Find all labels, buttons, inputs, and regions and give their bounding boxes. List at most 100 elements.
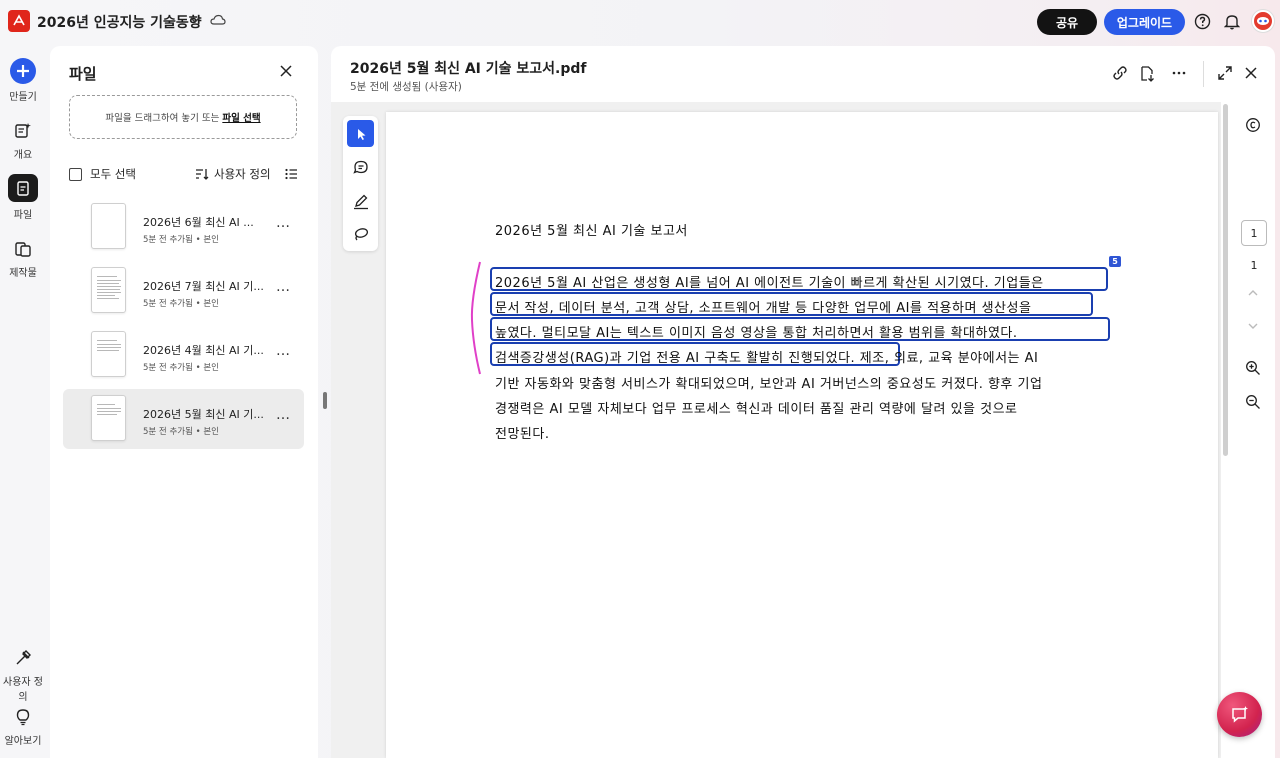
list-view-icon[interactable] bbox=[283, 166, 299, 182]
document-viewer: 2026년 5월 최신 AI 기술 보고서.pdf 5분 전에 생성됨 (사용자… bbox=[331, 46, 1275, 758]
acrobat-logo-icon[interactable] bbox=[8, 10, 30, 32]
rail-customize[interactable]: 사용자 정의 bbox=[0, 647, 46, 703]
top-bar: 2026년 인공지능 기술동향 공유 업그레이드 bbox=[0, 0, 1280, 42]
choose-file-link[interactable]: 파일 선택 bbox=[222, 110, 260, 124]
select-all[interactable]: 모두 선택 bbox=[69, 166, 136, 182]
selection-count-badge[interactable]: 5 bbox=[1109, 256, 1121, 267]
document-title[interactable]: 2026년 인공지능 기술동향 bbox=[37, 12, 202, 32]
rail-overview[interactable]: 개요 bbox=[0, 120, 46, 161]
zoom-out-icon[interactable] bbox=[1242, 391, 1264, 413]
pdf-text-line: 경쟁력은 AI 모델 자체보다 업무 프로세스 혁신과 데이터 품질 관리 역량… bbox=[495, 402, 1018, 417]
ai-assistant-icon bbox=[1231, 705, 1248, 723]
rail-overview-label: 개요 bbox=[13, 150, 33, 161]
rail-files-label: 파일 bbox=[13, 210, 33, 221]
sort-dropdown[interactable]: 사용자 정의 bbox=[195, 166, 271, 182]
vertical-scrollbar[interactable] bbox=[1222, 102, 1230, 758]
file-name: 2026년 7월 최신 AI 기... bbox=[143, 280, 264, 293]
ai-summary-icon[interactable] bbox=[1242, 114, 1264, 136]
bell-icon[interactable] bbox=[1222, 11, 1242, 31]
help-icon[interactable] bbox=[1192, 11, 1212, 31]
toolbar-divider bbox=[1203, 61, 1204, 87]
file-list-item-selected[interactable]: 2026년 5월 최신 AI 기... 5분 전 추가됨 • 본인 … bbox=[63, 389, 304, 449]
pdf-text-line: 문서 작성, 데이터 분석, 고객 상담, 소프트웨어 개발 등 다양한 업무에… bbox=[495, 301, 1032, 316]
file-meta: 5분 전 추가됨 • 본인 bbox=[143, 427, 219, 437]
page-navigation-rail: 1 1 bbox=[1236, 102, 1272, 758]
dropzone-text: 파일을 드래그하여 놓기 또는 bbox=[105, 113, 220, 124]
panel-resize-handle[interactable] bbox=[323, 392, 327, 409]
viewer-subtitle: 5분 전에 생성됨 (사용자) bbox=[350, 81, 462, 93]
plus-icon bbox=[10, 58, 36, 84]
creations-icon bbox=[11, 238, 35, 260]
more-options-icon[interactable]: … bbox=[275, 280, 291, 299]
rail-customize-label: 사용자 정의 bbox=[3, 677, 43, 703]
file-thumbnail bbox=[91, 203, 126, 249]
rail-create[interactable]: 만들기 bbox=[0, 58, 46, 103]
file-thumbnail bbox=[91, 267, 126, 313]
more-options-icon[interactable]: … bbox=[275, 344, 291, 363]
scrollbar-thumb[interactable] bbox=[1223, 104, 1228, 456]
current-page-field[interactable]: 1 bbox=[1241, 220, 1267, 246]
pen-tool-icon[interactable] bbox=[347, 187, 374, 214]
panel-title: 파일 bbox=[69, 65, 97, 83]
select-all-label: 모두 선택 bbox=[90, 167, 136, 181]
lightbulb-icon bbox=[11, 706, 35, 728]
close-icon[interactable] bbox=[1241, 63, 1261, 83]
more-options-icon[interactable]: … bbox=[275, 216, 291, 235]
zoom-in-icon[interactable] bbox=[1242, 357, 1264, 379]
file-list-item[interactable]: 2026년 6월 최신 AI ... 5분 전 추가됨 • 본인 … bbox=[63, 197, 304, 257]
more-options-icon[interactable] bbox=[1169, 63, 1189, 83]
select-tool-icon[interactable] bbox=[347, 120, 374, 147]
link-icon[interactable] bbox=[1110, 63, 1130, 83]
rail-learn-label: 알아보기 bbox=[4, 736, 42, 747]
sort-label: 사용자 정의 bbox=[214, 167, 271, 181]
file-name: 2026년 6월 최신 AI ... bbox=[143, 216, 254, 229]
rail-files[interactable]: 파일 bbox=[0, 174, 46, 221]
avatar[interactable] bbox=[1252, 10, 1274, 32]
file-thumbnail bbox=[91, 331, 126, 377]
pdf-text-line: 전망된다. bbox=[495, 427, 550, 442]
share-button[interactable]: 공유 bbox=[1037, 9, 1097, 35]
rail-creations[interactable]: 제작물 bbox=[0, 238, 46, 279]
viewer-canvas: 2026년 5월 최신 AI 기술 보고서 5 2026년 5월 AI 산업은 … bbox=[331, 102, 1221, 758]
pdf-heading: 2026년 5월 최신 AI 기술 보고서 bbox=[495, 224, 688, 239]
rail-creations-label: 제작물 bbox=[9, 268, 37, 279]
rail-learn[interactable]: 알아보기 bbox=[0, 706, 46, 747]
total-pages: 1 bbox=[1250, 259, 1258, 272]
pdf-text-line: 2026년 5월 AI 산업은 생성형 AI를 넘어 AI 에이전트 기술이 빠… bbox=[495, 276, 1044, 291]
pdf-text-line: 기반 자동화와 맞춤형 서비스가 확대되었으며, 보안과 AI 거버넌스의 중요… bbox=[495, 377, 1043, 392]
file-thumbnail bbox=[91, 395, 126, 441]
pdf-text-line: 높였다. 멀티모달 AI는 텍스트 이미지 음성 영상을 통합 처리하면서 활용… bbox=[495, 326, 1018, 341]
file-meta: 5분 전 추가됨 • 본인 bbox=[143, 363, 219, 373]
files-panel: 파일 파일을 드래그하여 놓기 또는 파일 선택 모두 선택 사용자 정의 20… bbox=[50, 46, 318, 758]
close-icon[interactable] bbox=[276, 61, 296, 81]
file-meta: 5분 전 추가됨 • 본인 bbox=[143, 299, 219, 309]
chevron-down-icon[interactable] bbox=[186, 11, 204, 29]
viewer-file-name: 2026년 5월 최신 AI 기술 보고서.pdf bbox=[350, 61, 587, 77]
pdf-text-line: 검색증강생성(RAG)과 기업 전용 AI 구축도 활발히 진행되었다. 제조,… bbox=[495, 351, 1039, 366]
pdf-page[interactable]: 2026년 5월 최신 AI 기술 보고서 5 2026년 5월 AI 산업은 … bbox=[386, 112, 1218, 758]
file-meta: 5분 전 추가됨 • 본인 bbox=[143, 235, 219, 245]
files-icon bbox=[8, 174, 38, 202]
file-dropzone[interactable]: 파일을 드래그하여 놓기 또는 파일 선택 bbox=[69, 95, 297, 139]
file-list-item[interactable]: 2026년 7월 최신 AI 기... 5분 전 추가됨 • 본인 … bbox=[63, 261, 304, 321]
cloud-icon[interactable] bbox=[208, 11, 228, 29]
file-name: 2026년 4월 최신 AI 기... bbox=[143, 344, 264, 357]
more-options-icon[interactable]: … bbox=[275, 408, 291, 427]
download-file-icon[interactable] bbox=[1137, 63, 1157, 83]
ai-assistant-button[interactable] bbox=[1217, 692, 1262, 737]
upgrade-button[interactable]: 업그레이드 bbox=[1104, 9, 1185, 35]
annotation-toolbar bbox=[343, 116, 378, 251]
expand-icon[interactable] bbox=[1215, 63, 1235, 83]
customize-icon bbox=[11, 647, 35, 669]
lasso-tool-icon[interactable] bbox=[347, 220, 374, 247]
sort-icon bbox=[196, 169, 209, 180]
previous-page-icon[interactable] bbox=[1242, 282, 1264, 304]
comment-tool-icon[interactable] bbox=[347, 153, 374, 180]
annotation-bracket-mark[interactable] bbox=[468, 260, 482, 376]
rail-create-label: 만들기 bbox=[9, 92, 37, 103]
overview-icon bbox=[11, 120, 35, 142]
file-name: 2026년 5월 최신 AI 기... bbox=[143, 408, 264, 421]
file-list-item[interactable]: 2026년 4월 최신 AI 기... 5분 전 추가됨 • 본인 … bbox=[63, 325, 304, 385]
next-page-icon[interactable] bbox=[1242, 315, 1264, 337]
select-all-checkbox[interactable] bbox=[69, 167, 82, 181]
